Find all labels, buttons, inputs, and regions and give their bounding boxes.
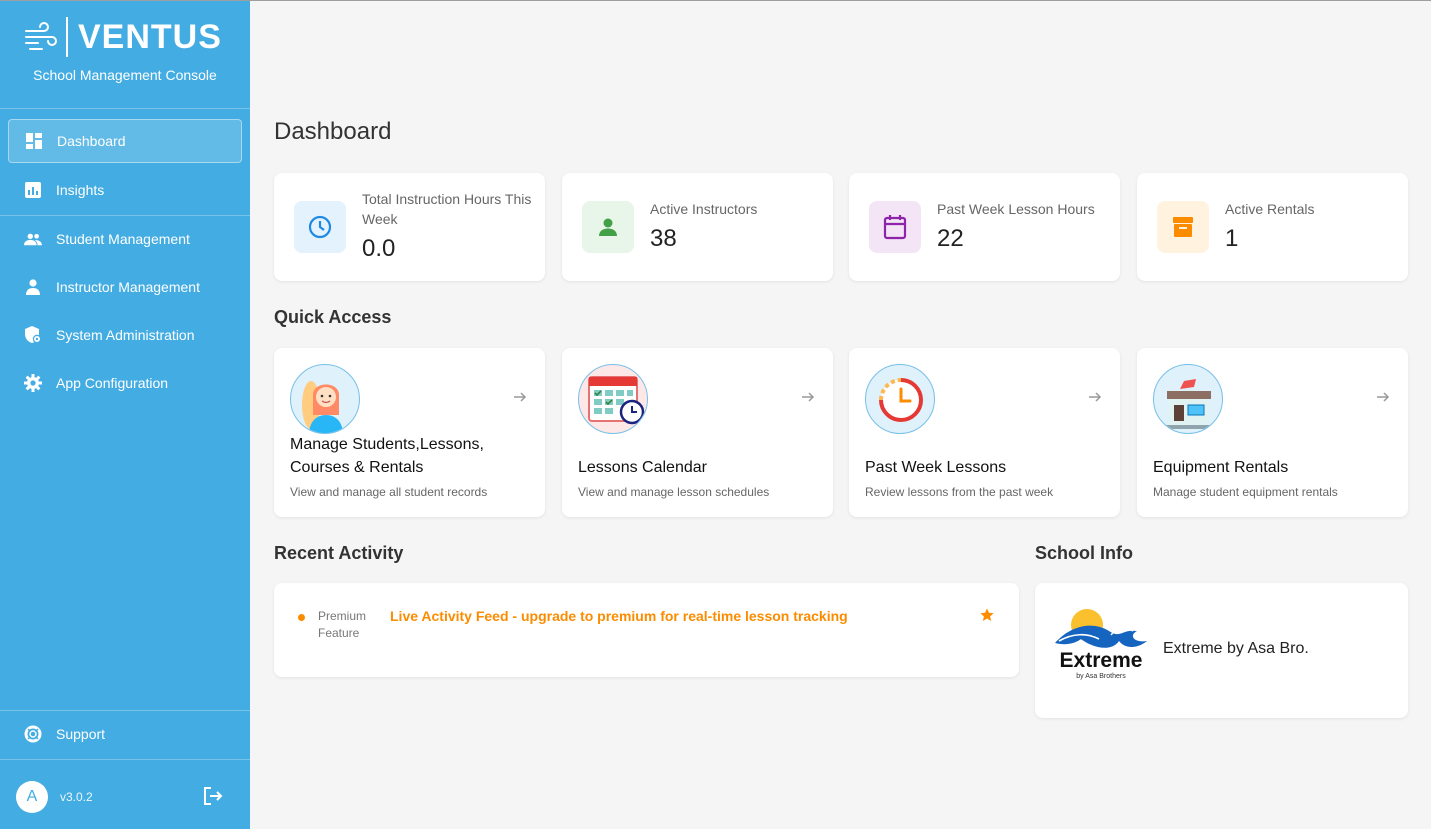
arrow-right-icon bbox=[801, 390, 815, 404]
quick-access-card-past-week-lessons[interactable]: Past Week Lessons Review lessons from th… bbox=[849, 348, 1120, 517]
quick-access-card-title: Past Week Lessons bbox=[865, 459, 1007, 476]
logout-icon bbox=[204, 787, 223, 805]
sidebar-item-system-administration[interactable]: System Administration bbox=[8, 313, 242, 357]
sidebar-item-instructor-management[interactable]: Instructor Management bbox=[8, 265, 242, 309]
arrow-right-icon bbox=[1088, 390, 1102, 404]
recent-activity-card: Premium Feature Live Activity Feed - upg… bbox=[274, 583, 1019, 677]
stat-label: Past Week Lesson Hours bbox=[937, 201, 1095, 217]
quick-access-card-desc: View and manage all student records bbox=[290, 485, 488, 499]
brand-logo: VENTUS bbox=[24, 17, 222, 57]
sidebar-item-label: Instructor Management bbox=[56, 279, 200, 295]
brand-name: VENTUS bbox=[78, 18, 222, 56]
school-name: Extreme by Asa Bro. bbox=[1163, 640, 1309, 657]
instructor-icon bbox=[24, 278, 42, 296]
archive-box-icon bbox=[1157, 201, 1209, 253]
stat-label: Total Instruction Hours This Week bbox=[362, 191, 532, 227]
stat-value: 1 bbox=[1225, 225, 1239, 252]
student-illustration-icon bbox=[290, 364, 360, 434]
admin-shield-icon bbox=[24, 326, 42, 344]
nav-divider bbox=[0, 215, 250, 216]
sidebar-item-label: Student Management bbox=[56, 231, 190, 247]
stat-label: Active Rentals bbox=[1225, 201, 1315, 217]
logout-button[interactable] bbox=[202, 785, 226, 809]
quick-access-card-manage-students[interactable]: Manage Students,Lessons, Courses & Renta… bbox=[274, 348, 545, 517]
quick-access-card-title: Manage Students,Lessons, Courses & Renta… bbox=[290, 436, 484, 476]
school-logo: Extreme by Asa Brothers bbox=[1051, 605, 1151, 681]
person-icon bbox=[582, 201, 634, 253]
page-title: Dashboard bbox=[274, 118, 392, 145]
sidebar-item-support[interactable]: Support bbox=[8, 712, 242, 756]
sidebar-item-label: System Administration bbox=[56, 327, 195, 343]
premium-feature-label: Premium Feature bbox=[318, 609, 367, 640]
quick-access-title: Quick Access bbox=[274, 307, 392, 327]
quick-access-card-desc: Manage student equipment rentals bbox=[1153, 485, 1338, 499]
sidebar-item-label: Support bbox=[56, 726, 106, 742]
sidebar: VENTUS School Management Console Dashboa… bbox=[0, 1, 250, 829]
quick-access-card-desc: View and manage lesson schedules bbox=[578, 485, 770, 499]
quick-access-card-title: Equipment Rentals bbox=[1153, 459, 1289, 476]
status-dot bbox=[298, 614, 305, 621]
stat-label: Active Instructors bbox=[650, 201, 758, 217]
calendar-icon bbox=[869, 201, 921, 253]
wind-logo-icon bbox=[25, 22, 57, 50]
avatar[interactable]: A bbox=[16, 781, 48, 813]
dashboard-icon bbox=[25, 132, 43, 150]
school-logo-subtext: by Asa Brothers bbox=[1076, 673, 1126, 680]
lifebuoy-icon bbox=[24, 725, 42, 743]
clock-icon bbox=[294, 201, 346, 253]
sidebar-item-label: App Configuration bbox=[56, 375, 169, 391]
sidebar-item-app-configuration[interactable]: App Configuration bbox=[8, 361, 242, 405]
shop-illustration-icon bbox=[1153, 364, 1223, 434]
sidebar-item-student-management[interactable]: Student Management bbox=[8, 217, 242, 261]
stat-card-active-instructors: Active Instructors 38 bbox=[562, 173, 833, 281]
timer-illustration-icon bbox=[865, 364, 935, 434]
nav-divider bbox=[0, 710, 250, 711]
brand-header: VENTUS School Management Console bbox=[0, 1, 250, 109]
nav-divider bbox=[0, 759, 250, 760]
arrow-right-icon bbox=[513, 390, 527, 404]
premium-upgrade-link[interactable]: Live Activity Feed - upgrade to premium … bbox=[390, 608, 848, 624]
star-icon bbox=[979, 607, 995, 623]
insights-icon bbox=[24, 181, 42, 199]
sidebar-item-label: Dashboard bbox=[57, 133, 126, 149]
quick-access-card-desc: Review lessons from the past week bbox=[865, 485, 1054, 499]
sidebar-item-dashboard[interactable]: Dashboard bbox=[8, 119, 242, 163]
recent-activity-title: Recent Activity bbox=[274, 543, 404, 563]
quick-access-card-equipment-rentals[interactable]: Equipment Rentals Manage student equipme… bbox=[1137, 348, 1408, 517]
school-info-card: Extreme by Asa Brothers Extreme by Asa B… bbox=[1035, 583, 1408, 718]
sidebar-item-label: Insights bbox=[56, 182, 105, 198]
quick-access-card-lessons-calendar[interactable]: Lessons Calendar View and manage lesson … bbox=[562, 348, 833, 517]
students-icon bbox=[24, 230, 42, 248]
stat-card-past-week-hours: Past Week Lesson Hours 22 bbox=[849, 173, 1120, 281]
quick-access-card-title: Lessons Calendar bbox=[578, 459, 707, 476]
brand-subtitle: School Management Console bbox=[33, 67, 217, 83]
stat-value: 38 bbox=[650, 225, 677, 252]
app-version: v3.0.2 bbox=[60, 790, 93, 804]
sidebar-item-insights[interactable]: Insights bbox=[8, 168, 242, 212]
stat-value: 22 bbox=[937, 225, 964, 252]
stat-value: 0.0 bbox=[362, 235, 396, 262]
arrow-right-icon bbox=[1376, 390, 1390, 404]
gear-icon bbox=[24, 374, 42, 392]
stat-card-instruction-hours: Total Instruction Hours This Week 0.0 bbox=[274, 173, 545, 281]
stat-card-active-rentals: Active Rentals 1 bbox=[1137, 173, 1408, 281]
calendar-illustration-icon bbox=[578, 364, 648, 434]
school-info-title: School Info bbox=[1035, 543, 1133, 563]
school-logo-text: Extreme bbox=[1060, 649, 1143, 672]
logo-separator bbox=[66, 17, 68, 57]
